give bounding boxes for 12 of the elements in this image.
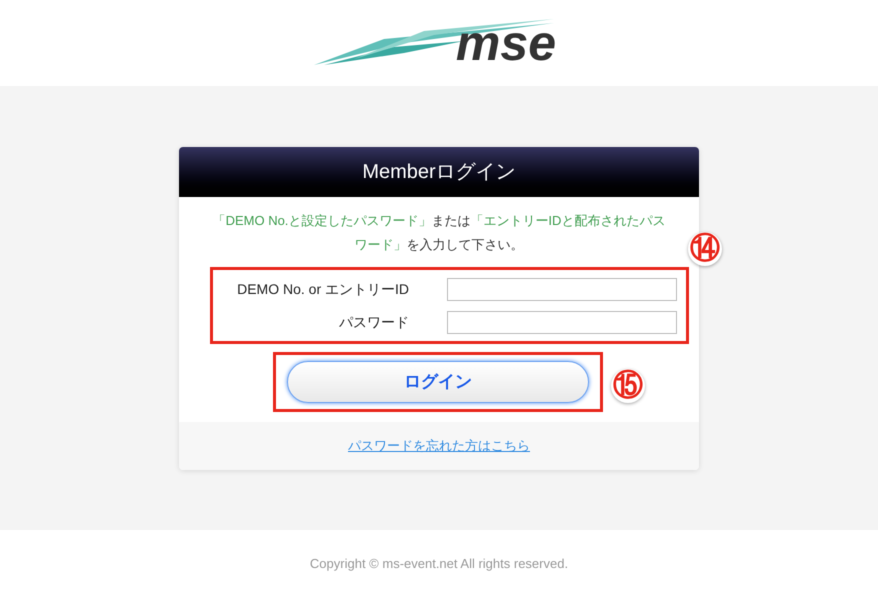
copyright-text: Copyright © ms-event.net All rights reserved. [310, 555, 568, 574]
callout-number: ⑮ [611, 369, 645, 403]
input-field[interactable] [447, 310, 677, 334]
login-button[interactable]: ログイン [287, 361, 589, 403]
logo-text: mse [456, 17, 556, 69]
card-title: Memberログイン [362, 160, 516, 185]
callout-number: ⑭ [688, 232, 722, 266]
instruction-text: 「DEMO No.と設定したパスワード」または「エントリーIDと配布されたパスワード」を入力して下さい。 [212, 212, 666, 254]
field-label: DEMO No. or エントリーID [236, 280, 409, 298]
input-field[interactable] [447, 278, 677, 300]
forgot-password-link[interactable]: パスワードを忘れた方はこちら [348, 436, 530, 456]
field-label: パスワード [338, 312, 409, 332]
